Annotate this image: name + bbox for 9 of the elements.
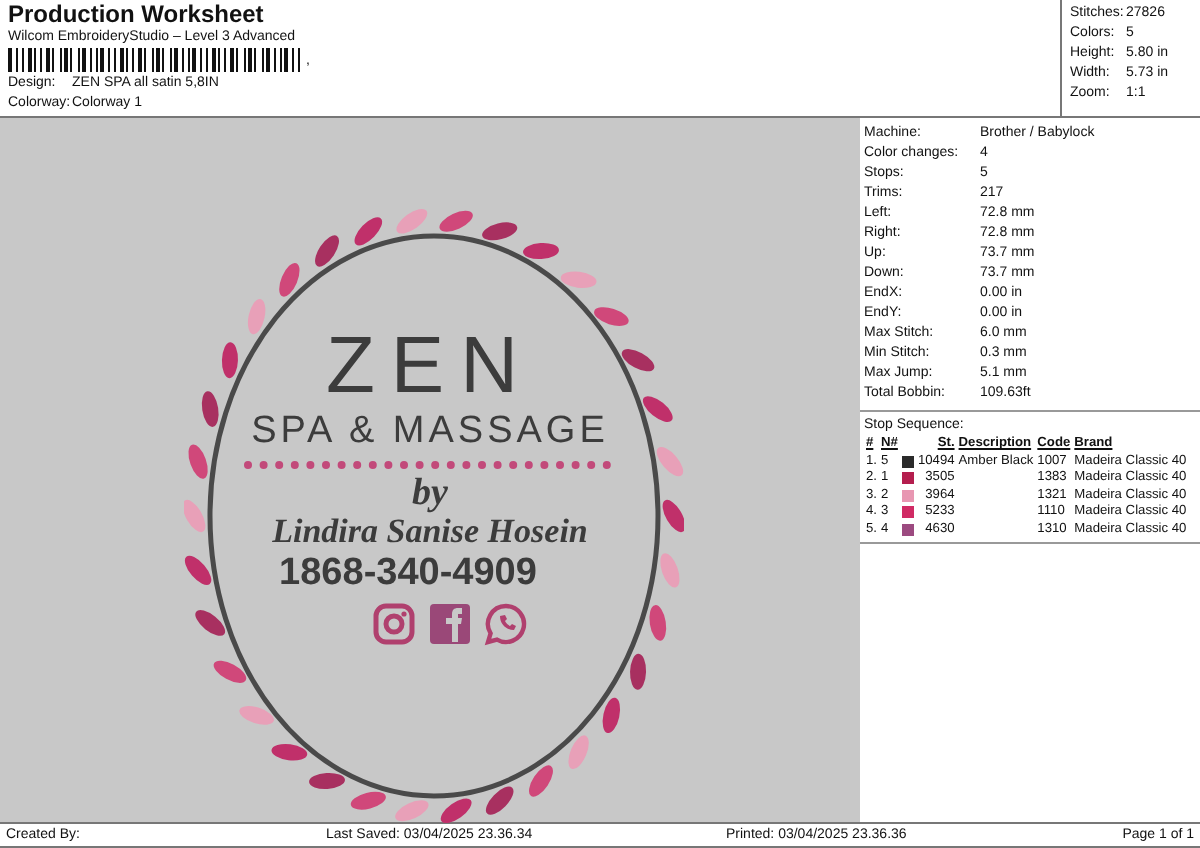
design-title: ZEN [326, 322, 534, 410]
phone-bubble-icon [484, 602, 528, 646]
design-subtitle: SPA & MASSAGE [251, 410, 609, 454]
camera-icon [372, 602, 416, 646]
worksheet-title: Production Worksheet [8, 2, 266, 28]
design-phone: 1868-340-4909 [279, 552, 537, 596]
design-name: Lindira Sanise Hosein [272, 512, 588, 552]
letter-f-icon [428, 602, 472, 646]
design-by-text: by [412, 476, 448, 512]
